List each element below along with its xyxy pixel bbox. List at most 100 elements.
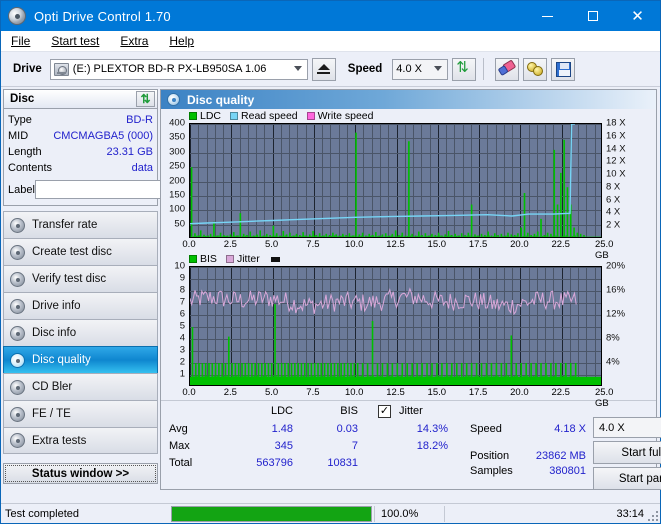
- speed-label: Speed: [348, 63, 383, 75]
- disc-info-icon: [10, 326, 25, 341]
- eject-button[interactable]: [312, 58, 336, 81]
- eraser-icon: [497, 59, 518, 78]
- menu-help[interactable]: Help: [167, 32, 204, 50]
- y-tick-label: 2: [180, 357, 185, 368]
- disc-transfer-icon: [10, 218, 25, 233]
- minimize-button[interactable]: [525, 1, 570, 31]
- sidebar-item-extra-tests[interactable]: Extra tests: [3, 427, 158, 454]
- content-area: Disc quality LDC Read speed Write speed …: [160, 87, 660, 490]
- y2-tick-label: 16 X: [606, 130, 626, 141]
- x-tick-label: 12.5: [386, 239, 405, 250]
- maximize-icon: [588, 11, 598, 21]
- test-speed-select[interactable]: 4.0 X: [593, 417, 661, 438]
- elapsed-time: 33:14: [444, 506, 660, 522]
- y2-tick-label: 10 X: [606, 169, 626, 180]
- fe-te-icon: [10, 407, 25, 422]
- status-window-button[interactable]: Status window >>: [3, 463, 158, 484]
- sidebar-item-drive-info[interactable]: Drive info: [3, 292, 158, 319]
- panel-title: Disc quality: [187, 93, 254, 107]
- disc-row-length: Length 23.31 GB: [8, 144, 153, 160]
- x-tick-label: 17.5: [469, 239, 488, 250]
- sidebar-item-transfer-rate[interactable]: Transfer rate: [3, 211, 158, 238]
- disc-tools-button[interactable]: [523, 58, 547, 81]
- chart-ldc-speed: LDC Read speed Write speed 5010015020025…: [161, 109, 656, 252]
- sidebar-item-disc-info[interactable]: Disc info: [3, 319, 158, 346]
- stats-row-label-total: Total: [169, 457, 192, 469]
- menu-start-test[interactable]: Start test: [49, 32, 109, 50]
- test-samples-value: 380801: [513, 465, 586, 477]
- resize-grip[interactable]: [646, 509, 658, 521]
- chevron-down-icon: [434, 66, 442, 71]
- refresh-button[interactable]: ⇅: [452, 58, 476, 81]
- stats-avg-ldc: 1.48: [243, 423, 293, 435]
- x-tick-label: 2.5: [224, 239, 237, 250]
- x-tick-label: 2.5: [224, 387, 237, 398]
- menu-file[interactable]: File: [9, 32, 40, 50]
- stats-max-jitter: 18.2%: [373, 440, 448, 452]
- legend-label-jitter: Jitter: [237, 253, 260, 265]
- sidebar-item-label: Disc quality: [32, 354, 91, 366]
- erase-button[interactable]: [495, 58, 519, 81]
- stats-col-ldc: LDC: [243, 405, 293, 417]
- y2-tick-label: 14 X: [606, 143, 626, 154]
- speed-select[interactable]: 4.0 X: [392, 59, 448, 80]
- legend-item-write-speed: Write speed: [307, 110, 374, 122]
- test-position-label: Position: [470, 450, 509, 462]
- app-window: Opti Drive Control 1.70 ✕ File Start tes…: [0, 0, 661, 524]
- y-tick-label: 8: [180, 285, 185, 296]
- progress-percent: 100.0%: [374, 506, 444, 522]
- menu-file-label: File: [11, 34, 30, 48]
- sidebar-item-disc-quality[interactable]: Disc quality: [3, 346, 158, 373]
- y-tick-label: 7: [180, 297, 185, 308]
- start-part-button[interactable]: Start part: [593, 467, 661, 490]
- y2-tick-label: 12 X: [606, 156, 626, 167]
- y-tick-label: 200: [169, 175, 185, 186]
- drive-select[interactable]: (E:) PLEXTOR BD-R PX-LB950SA 1.06: [50, 59, 308, 80]
- start-full-button[interactable]: Start full: [593, 441, 661, 464]
- y2-tick-label: 4 X: [606, 207, 620, 218]
- checkmark-icon: ✓: [380, 406, 389, 417]
- disc-row-mid: MID CMCMAGBA5 (000): [8, 128, 153, 144]
- chart2-x-axis: 0.02.55.07.510.012.515.017.520.022.525.0…: [189, 386, 602, 400]
- test-samples-label: Samples: [470, 465, 513, 477]
- x-tick-label: 15.0: [428, 239, 447, 250]
- sidebar-item-verify-test-disc[interactable]: Verify test disc: [3, 265, 158, 292]
- disc-length-value: 23.31 GB: [107, 146, 153, 158]
- sidebar-item-fe-te[interactable]: FE / TE: [3, 400, 158, 427]
- y-tick-label: 6: [180, 309, 185, 320]
- disc-label-label: Label: [8, 184, 35, 196]
- x-tick-label: 12.5: [386, 387, 405, 398]
- maximize-button[interactable]: [570, 1, 615, 31]
- y2-tick-label: 4%: [606, 357, 620, 368]
- disc-type-label: Type: [8, 114, 32, 126]
- chart1-legend: LDC Read speed Write speed: [161, 109, 656, 123]
- extra-tests-icon: [10, 433, 25, 448]
- y-tick-label: 4: [180, 333, 185, 344]
- sidebar-item-cd-bler[interactable]: CD Bler: [3, 373, 158, 400]
- y2-tick-label: 16%: [606, 285, 625, 296]
- y-tick-label: 150: [169, 189, 185, 200]
- legend-label-read-speed: Read speed: [241, 110, 298, 122]
- y-tick-label: 3: [180, 345, 185, 356]
- legend-swatch-ldc: [189, 112, 197, 120]
- refresh-icon: ⇅: [140, 93, 150, 105]
- menu-extra[interactable]: Extra: [118, 32, 158, 50]
- status-message: Test completed: [1, 508, 169, 520]
- chart1-x-axis: 0.02.55.07.510.012.515.017.520.022.525.0…: [189, 238, 602, 252]
- chart1-plot: [189, 123, 602, 238]
- y-tick-label: 400: [169, 118, 185, 129]
- disc-refresh-button[interactable]: ⇅: [136, 91, 155, 107]
- disc-contents-value: data: [132, 162, 153, 174]
- chart2-legend: BIS Jitter: [161, 252, 656, 266]
- save-button[interactable]: [551, 58, 575, 81]
- sidebar-item-label: CD Bler: [32, 381, 72, 393]
- menu-extra-label: Extra: [120, 34, 148, 48]
- legend-item-read-speed: Read speed: [230, 110, 298, 122]
- sidebar-item-create-test-disc[interactable]: Create test disc: [3, 238, 158, 265]
- disc-verify-icon: [10, 272, 25, 287]
- legend-item-jitter: Jitter: [226, 253, 260, 265]
- close-button[interactable]: ✕: [615, 1, 660, 31]
- y2-tick-label: 12%: [606, 309, 625, 320]
- jitter-checkbox[interactable]: ✓: [378, 405, 391, 418]
- x-tick-label: 5.0: [265, 239, 278, 250]
